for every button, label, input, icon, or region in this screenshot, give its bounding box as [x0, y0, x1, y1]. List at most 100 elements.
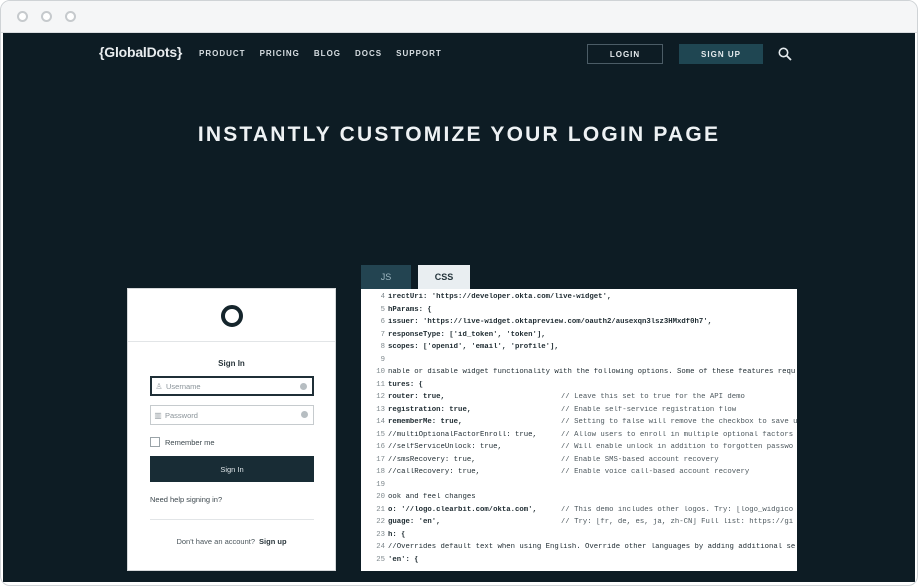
search-icon[interactable] [778, 47, 792, 61]
line-number: 8 [380, 343, 385, 351]
code-text: irectUri: 'https://developer.okta.com/li… [388, 293, 612, 301]
no-account-text: Don't have an account? [176, 537, 256, 546]
globaldots-logo[interactable]: {GlobalDots} [99, 44, 182, 60]
code-comment: // Setting to false will remove the chec… [561, 418, 797, 426]
tab-css[interactable]: CSS [418, 265, 470, 289]
code-line: 21 o: '//logo.clearbit.com/okta.com', // T… [361, 506, 797, 519]
nav-links: PRODUCT PRICING BLOG DOCS SUPPORT [199, 49, 442, 58]
password-input[interactable]: ▥ Password [150, 405, 314, 425]
code-text: o: '//logo.clearbit.com/okta.com', [388, 505, 537, 514]
code-line: 6 issuer: 'https://live-widget.oktaprevie… [361, 318, 797, 331]
code-line: 11 tures: { [361, 381, 797, 394]
code-text: responseType: ['id_token', 'token'], [388, 330, 546, 339]
help-icon[interactable] [301, 411, 308, 418]
line-number: 14 [376, 418, 385, 426]
code-comment: // Try: [fr, de, es, ja, zh-CN] Full lis… [561, 518, 794, 526]
line-number: 6 [380, 318, 385, 326]
code-text: //callRecovery: true, [388, 468, 480, 476]
line-number: 20 [376, 493, 385, 501]
line-number: 17 [376, 455, 385, 464]
code-line: 24//Overrides default text when using En… [361, 543, 797, 556]
line-number: 19 [376, 480, 385, 489]
code-text: registration: true, [388, 405, 472, 414]
widget-divider [150, 519, 314, 520]
nav-link-support[interactable]: SUPPORT [396, 49, 442, 58]
remember-me-checkbox[interactable] [150, 437, 160, 447]
browser-chrome [1, 1, 917, 33]
code-text: 'en': { [388, 555, 419, 564]
window-minimize-dot[interactable] [41, 11, 52, 22]
password-placeholder: Password [165, 410, 198, 420]
code-comment: // Will enable unlock in addition to for… [561, 443, 794, 451]
remember-me-label: Remember me [165, 437, 215, 447]
code-line: 8 scopes: ['openid', 'email', 'profile'], [361, 343, 797, 356]
line-number: 7 [380, 330, 385, 339]
code-comment: // Enable self-service registration flow [561, 405, 737, 414]
nav-link-blog[interactable]: BLOG [314, 49, 341, 58]
nav-link-docs[interactable]: DOCS [355, 49, 382, 58]
window-maximize-dot[interactable] [65, 11, 76, 22]
code-line: 23 h: { [361, 531, 797, 544]
browser-window: {GlobalDots} PRODUCT PRICING BLOG DOCS S… [0, 0, 918, 586]
sign-in-button[interactable]: Sign In [150, 456, 314, 482]
hero-title: INSTANTLY CUSTOMIZE YOUR LOGIN PAGE [197, 123, 721, 146]
sign-up-link[interactable]: Sign up [259, 537, 287, 546]
code-line: 5 hParams: { [361, 306, 797, 319]
code-text: //Overrides default text when using Engl… [388, 543, 796, 551]
code-line: 25'en': { [361, 556, 797, 569]
tab-js[interactable]: JS [361, 265, 411, 289]
code-line: 10 nable or disable widget functionality … [361, 368, 797, 381]
line-number: 11 [376, 380, 385, 389]
code-text: h: { [388, 530, 406, 539]
line-number: 15 [376, 430, 385, 439]
line-number: 24 [376, 543, 385, 551]
line-number: 18 [376, 468, 385, 476]
code-text: //smsRecovery: true, [388, 455, 476, 464]
top-nav: {GlobalDots} PRODUCT PRICING BLOG DOCS S… [3, 33, 915, 77]
code-line: 18//callRecovery: true, // Enable voice c… [361, 468, 797, 481]
login-widget: Sign In ♙ Username ▥ Password Remember m… [127, 288, 336, 571]
code-line: 13 registration: true, // Enable self-serv… [361, 406, 797, 419]
code-line: 4 irectUri: 'https://developer.okta.com/l… [361, 293, 797, 306]
signup-button[interactable]: SIGN UP [679, 44, 763, 64]
widget-divider [128, 341, 335, 342]
code-comment: // Enable voice call-based account recov… [561, 468, 750, 476]
code-comment: // Enable SMS-based account recovery [561, 455, 719, 464]
window-close-dot[interactable] [17, 11, 28, 22]
code-line: 15//multiOptionalFactorEnroll: true, // A… [361, 431, 797, 444]
code-text: hParams: { [388, 305, 432, 314]
line-number: 9 [380, 355, 385, 364]
code-text: //selfServiceUnlock: true, [388, 443, 502, 451]
code-text: nable or disable widget functionality wi… [388, 368, 796, 376]
code-line: 19 [361, 481, 797, 494]
widget-title: Sign In [218, 359, 245, 368]
remember-me[interactable]: Remember me [150, 437, 215, 447]
help-link[interactable]: Need help signing in? [150, 495, 222, 504]
line-number: 22 [376, 518, 385, 526]
line-number: 4 [380, 293, 385, 301]
code-text: rememberMe: true, [388, 418, 463, 426]
nav-link-product[interactable]: PRODUCT [199, 49, 246, 58]
code-text: tures: { [388, 380, 424, 389]
code-text: ook and feel changes [388, 493, 476, 501]
username-input[interactable]: ♙ Username [150, 376, 314, 396]
nav-link-pricing[interactable]: PRICING [260, 49, 300, 58]
user-icon: ♙ [155, 381, 163, 391]
code-line: 22 guage: 'en', // Try: [fr, de, es, ja, z… [361, 518, 797, 531]
login-button[interactable]: LOGIN [587, 44, 663, 64]
line-number: 23 [376, 530, 385, 539]
signup-footer: Don't have an account? Sign up [128, 537, 335, 546]
line-number: 10 [376, 368, 385, 376]
code-line: 16//selfServiceUnlock: true, // Will enab… [361, 443, 797, 456]
code-line: 20 ook and feel changes [361, 493, 797, 506]
code-line: 14 rememberMe: true, // Setting to false w… [361, 418, 797, 431]
web-page: {GlobalDots} PRODUCT PRICING BLOG DOCS S… [3, 33, 915, 582]
line-number: 25 [376, 555, 385, 564]
code-text: router: true, [388, 393, 445, 401]
line-number: 12 [376, 393, 385, 401]
code-comment: // This demo includes other logos. Try: … [561, 505, 794, 514]
code-editor[interactable]: 4 irectUri: 'https://developer.okta.com/l… [361, 289, 797, 571]
code-comment: // Allow users to enroll in multiple opt… [561, 430, 794, 439]
help-icon[interactable] [300, 383, 307, 390]
code-line: 9 [361, 356, 797, 369]
